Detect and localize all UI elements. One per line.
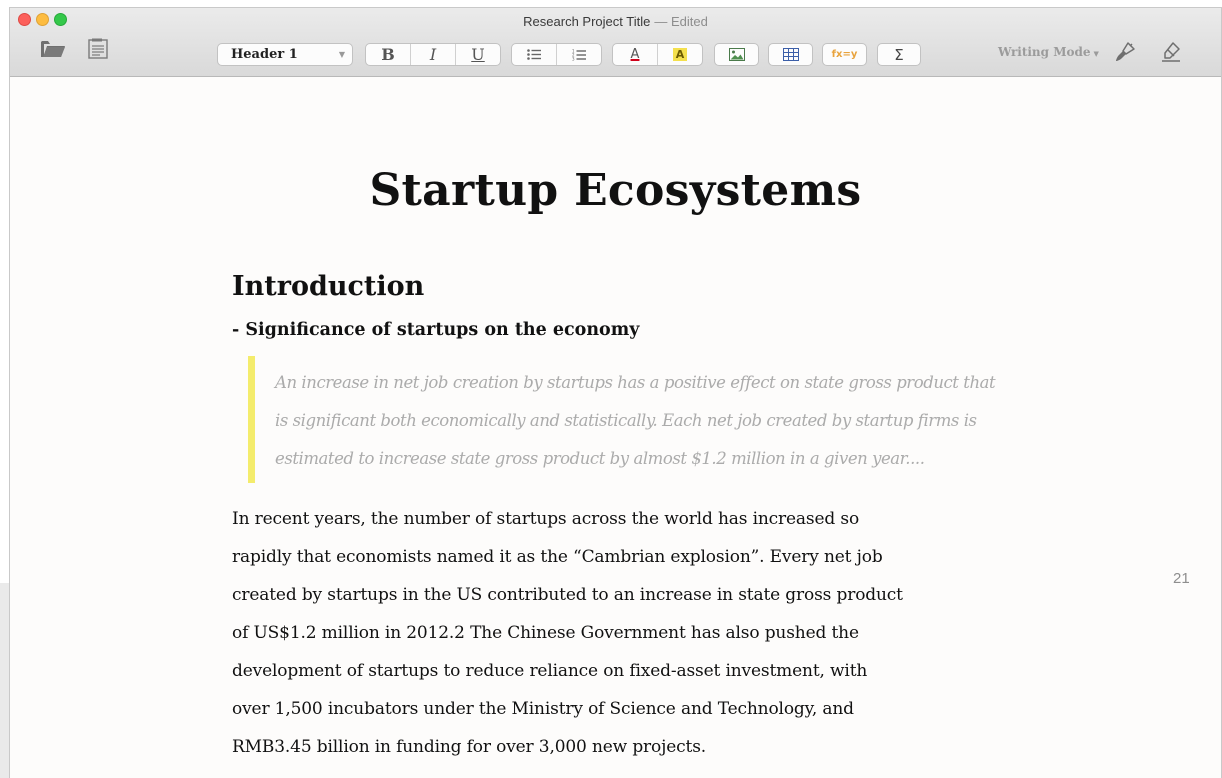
- text-color-glyph: A: [630, 46, 640, 62]
- insert-sum-button[interactable]: Σ: [878, 44, 920, 65]
- body-line: development of startups to reduce relian…: [232, 661, 868, 681]
- body-line: over 1,500 incubators under the Ministry…: [232, 699, 854, 719]
- brush-icon[interactable]: [1114, 41, 1136, 68]
- sum-group: Σ: [877, 43, 921, 66]
- svg-text:3: 3: [572, 56, 575, 61]
- sum-glyph: Σ: [894, 45, 904, 64]
- document-canvas[interactable]: Startup Ecosystems Introduction - Signif…: [10, 77, 1221, 778]
- paragraph-style-select[interactable]: Header 1 ▼: [217, 43, 353, 66]
- bullet-list-icon: [527, 49, 541, 60]
- editor-window: Research Project Title — Edited Header 1 …: [9, 7, 1222, 778]
- background-window-strip: [0, 583, 9, 778]
- writing-mode-label: Writing Mode: [998, 45, 1091, 59]
- document-title: Startup Ecosystems: [369, 165, 862, 216]
- chevron-down-icon: ▼: [1093, 50, 1099, 58]
- body-line: RMB3.45 billion in funding for over 3,00…: [232, 737, 707, 757]
- text-format-group: B I U: [365, 43, 501, 66]
- image-icon: [728, 48, 745, 61]
- writing-mode-menu[interactable]: Writing Mode ▼: [998, 45, 1099, 59]
- block-quote: An increase in net job creation by start…: [248, 356, 1008, 483]
- insert-table-button[interactable]: [769, 44, 812, 65]
- underline-button[interactable]: U: [456, 44, 500, 65]
- subsection-heading: - Significance of startups on the econom…: [232, 320, 640, 340]
- numbered-list-icon: 1 2 3: [572, 49, 586, 61]
- insert-image-button[interactable]: [715, 44, 758, 65]
- italic-button[interactable]: I: [411, 44, 456, 65]
- body-line: of US$1.2 million in 2012.2 The Chinese …: [232, 623, 859, 643]
- paragraph-style-value: Header 1: [231, 47, 298, 62]
- bullet-list-button[interactable]: [512, 44, 557, 65]
- color-group: A A: [612, 43, 703, 66]
- list-group: 1 2 3: [511, 43, 602, 66]
- title-bar: Research Project Title — Edited Header 1 …: [10, 8, 1221, 77]
- window-title: Research Project Title — Edited: [10, 14, 1221, 29]
- formula-glyph: fx=y: [831, 49, 858, 60]
- quote-line: is significant both economically and sta…: [275, 411, 977, 430]
- quote-line: An increase in net job creation by start…: [275, 373, 996, 392]
- insert-formula-button[interactable]: fx=y: [823, 44, 866, 65]
- document-list-icon[interactable]: [87, 38, 109, 65]
- text-color-button[interactable]: A: [613, 44, 658, 65]
- highlight-glyph: A: [672, 48, 688, 61]
- body-line: In recent years, the number of startups …: [232, 509, 860, 529]
- highlight-button[interactable]: A: [658, 44, 702, 65]
- section-heading: Introduction: [232, 271, 425, 302]
- bold-button[interactable]: B: [366, 44, 411, 65]
- highlighter-icon[interactable]: [1160, 41, 1182, 68]
- table-group: [768, 43, 813, 66]
- folder-open-icon[interactable]: [40, 39, 66, 64]
- numbered-list-button[interactable]: 1 2 3: [557, 44, 601, 65]
- document-name: Research Project Title: [523, 14, 651, 29]
- table-icon: [782, 48, 799, 61]
- formula-group: fx=y: [822, 43, 867, 66]
- image-group: [714, 43, 759, 66]
- quote-line: estimated to increase state gross produc…: [275, 449, 925, 468]
- edited-status: — Edited: [654, 14, 708, 29]
- body-paragraph: In recent years, the number of startups …: [232, 500, 1012, 766]
- body-line: created by startups in the US contribute…: [232, 585, 903, 605]
- chevron-down-icon: ▼: [338, 50, 345, 59]
- body-line: rapidly that economists named it as the …: [232, 547, 883, 567]
- page-number: 21: [1173, 570, 1190, 587]
